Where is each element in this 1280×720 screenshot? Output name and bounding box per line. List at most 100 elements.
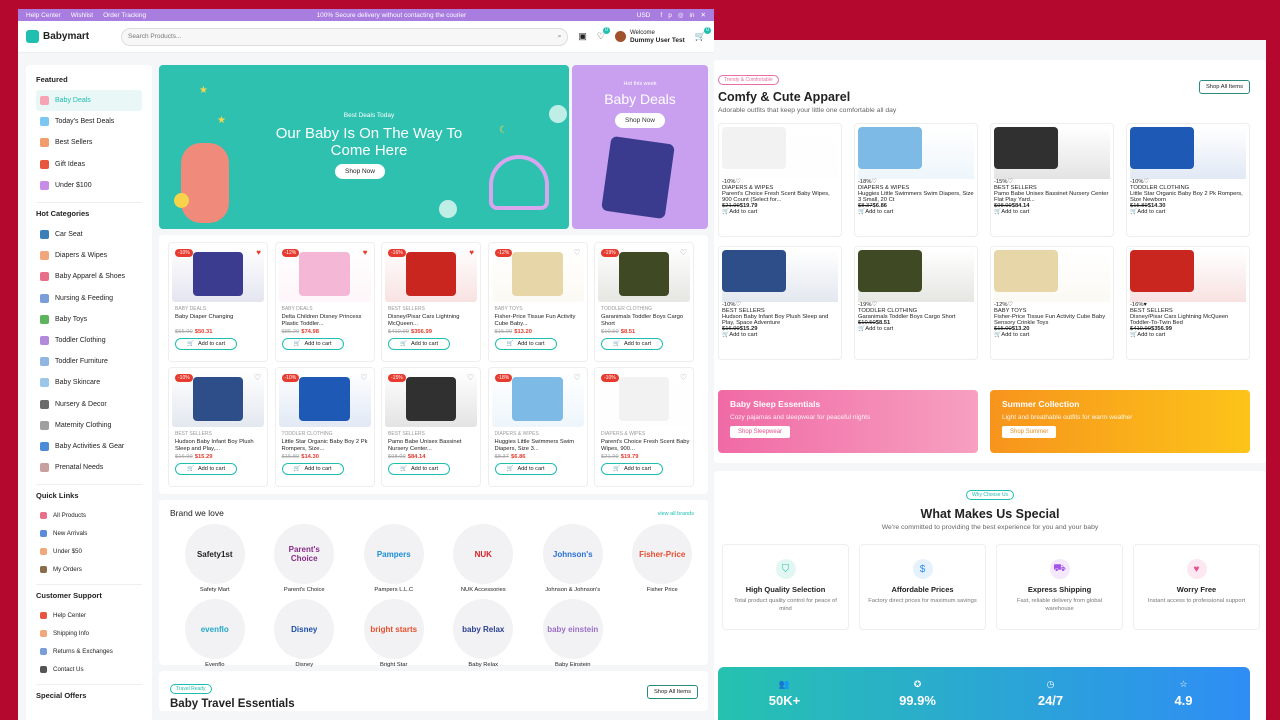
add-to-cart-button[interactable]: 🛒Add to cart (994, 209, 1110, 215)
product-card[interactable]: -10%♡DIAPERS & WIPESParent's Choice Fres… (718, 123, 842, 237)
hero-banner[interactable]: ★ ★ ☾ Best Deals Today Our Baby Is On Th… (159, 65, 569, 229)
product-card[interactable]: -15%♡BEST SELLERSPamo Babe Unisex Bassin… (381, 367, 481, 487)
product-name[interactable]: Baby Diaper Changing (172, 314, 264, 328)
add-to-cart-button[interactable]: 🛒Add to cart (281, 463, 344, 475)
sidebar-item-baby-activities-gear[interactable]: Baby Activities & Gear (36, 436, 142, 457)
sidebar-item-returns-exchanges[interactable]: Returns & Exchanges (36, 642, 142, 660)
product-card[interactable]: -10%♡TODDLER CLOTHINGLittle Star Organic… (274, 367, 375, 487)
add-to-cart-button[interactable]: 🛒Add to cart (858, 326, 974, 332)
brand-logo[interactable]: bright starts (363, 599, 424, 659)
brand-item[interactable]: baby Relax Baby Relax (439, 599, 529, 668)
add-to-cart-button[interactable]: 🛒Add to cart (601, 463, 663, 475)
sidebar-item-toddler-clothing[interactable]: Toddler Clothing (36, 330, 142, 351)
sidebar-item-diapers-wipes[interactable]: Diapers & Wipes (36, 245, 142, 266)
add-to-cart-button[interactable]: 🛒Add to cart (1130, 209, 1246, 215)
wishlist-heart-icon[interactable]: ♥ (469, 248, 474, 257)
add-to-cart-button[interactable]: 🛒Add to cart (281, 338, 344, 350)
product-card[interactable]: -10%♡DIAPERS & WIPESParent's Choice Fres… (594, 367, 694, 487)
brand-logo[interactable]: Safety1st (184, 524, 245, 584)
sidebar-item-baby-deals[interactable]: Baby Deals (36, 90, 142, 112)
product-name[interactable]: Garanimals Toddler Boys Cargo Short (598, 314, 690, 328)
brand-item[interactable]: baby einstein Baby Einstein (528, 599, 618, 668)
product-name[interactable]: Pamo Babe Unisex Bassinet Nursery Center… (994, 191, 1110, 203)
product-name[interactable]: Little Star Organic Baby Boy 2 Pk Romper… (279, 439, 371, 453)
wishlist-heart-icon[interactable]: ♡ (360, 373, 367, 382)
wishlist-heart-icon[interactable]: ♡ (254, 373, 261, 382)
add-to-cart-button[interactable]: 🛒Add to cart (601, 338, 663, 350)
product-card[interactable]: -18%♡DIAPERS & WIPESHuggies Little Swimm… (854, 123, 978, 237)
sidebar-item-my-orders[interactable]: My Orders (36, 560, 142, 578)
wishlist-heart-icon[interactable]: ♡ (573, 373, 580, 382)
product-image[interactable] (858, 127, 974, 179)
sidebar-item-maternity-clothing[interactable]: Maternity Clothing (36, 415, 142, 436)
sidebar-item-gift-ideas[interactable]: Gift Ideas (36, 154, 142, 175)
product-name[interactable]: Disney/Pixar Cars Lightning McQueen... (385, 314, 477, 328)
sidebar-item-toddler-furniture[interactable]: Toddler Furniture (36, 351, 142, 372)
sidebar-item-contact-us[interactable]: Contact Us (36, 660, 142, 678)
brand-item[interactable]: Safety1st Safety Mart (170, 524, 260, 593)
summer-collection-banner[interactable]: Summer Collection Light and breathable o… (990, 390, 1250, 453)
currency-select[interactable]: USD (637, 12, 651, 19)
product-card[interactable]: -10% ♥ BABY DEALS Baby Diaper Changing $55.9… (168, 242, 268, 362)
product-name[interactable]: Fisher-Price Tissue Fun Activity Cube Ba… (492, 314, 584, 328)
wishlist-heart-icon[interactable]: ♡ (573, 248, 580, 257)
side-promo-banner[interactable]: Hot this week Baby Deals Shop Now (572, 65, 708, 229)
add-to-cart-button[interactable]: 🛒Add to cart (494, 463, 557, 475)
product-card[interactable]: -10%♡TODDLER CLOTHINGLittle Star Organic… (1126, 123, 1250, 237)
order-tracking-link[interactable]: Order Tracking (103, 12, 146, 19)
brand-item[interactable]: bright starts Bright Star (349, 599, 439, 668)
sidebar-item-best-sellers[interactable]: Best Sellers (36, 132, 142, 153)
product-name[interactable]: Disney/Pixar Cars Lightning McQueen Todd… (1130, 314, 1246, 326)
product-card[interactable]: -10%♡BEST SELLERSHudson Baby Infant Boy … (168, 367, 268, 487)
search-input[interactable]: Search Products... ⌕ (121, 27, 569, 46)
add-to-cart-button[interactable]: 🛒Add to cart (722, 209, 838, 215)
product-image[interactable] (1130, 250, 1246, 302)
brand-logo[interactable]: Johnson's (542, 524, 603, 584)
shop-all-items-button[interactable]: Shop All Items (1198, 80, 1250, 94)
linkedin-icon[interactable]: in (689, 12, 694, 19)
add-to-cart-button[interactable]: 🛒Add to cart (994, 332, 1110, 338)
wishlist-heart-icon[interactable]: ♡ (680, 248, 687, 257)
product-card[interactable]: -10%♡BEST SELLERSHudson Baby Infant Boy … (718, 246, 842, 360)
brand-item[interactable]: Disney Disney (260, 599, 350, 668)
product-name[interactable]: Parent's Choice Fresh Scent Baby Wipes, … (598, 439, 690, 453)
brand-logo[interactable]: Fisher-Price (632, 524, 693, 584)
wishlist-heart-icon[interactable]: ♡ (680, 373, 687, 382)
sidebar-item-car-seat[interactable]: Car Seat (36, 224, 142, 245)
product-image[interactable] (858, 250, 974, 302)
product-name[interactable]: Pamo Babe Unisex Bassinet Nursery Center… (385, 439, 477, 453)
add-to-cart-button[interactable]: 🛒Add to cart (494, 338, 557, 350)
product-card[interactable]: -15%♡BEST SELLERSPamo Babe Unisex Bassin… (990, 123, 1114, 237)
product-name[interactable]: Delta Children Disney Princess Plastic T… (279, 314, 371, 328)
product-card[interactable]: -19%♡TODDLER CLOTHINGGaranimals Toddler … (594, 242, 694, 362)
pinterest-icon[interactable]: p (668, 12, 672, 19)
product-card[interactable]: -19%♡TODDLER CLOTHINGGaranimals Toddler … (854, 246, 978, 360)
brand-item[interactable]: NUK NUK Accessories (439, 524, 529, 593)
box-icon[interactable]: ▣ (578, 31, 587, 42)
add-to-cart-button[interactable]: 🛒Add to cart (388, 338, 450, 350)
product-image[interactable] (994, 250, 1110, 302)
add-to-cart-button[interactable]: 🛒Add to cart (388, 463, 450, 475)
shop-all-items-button[interactable]: Shop All Items (646, 685, 698, 699)
product-card[interactable]: -16% ♥ BEST SELLERS Disney/Pixar Cars Light… (381, 242, 481, 362)
product-name[interactable]: Huggies Little Swimmers Swim Diapers, Si… (492, 439, 584, 453)
add-to-cart-button[interactable]: 🛒Add to cart (175, 463, 237, 475)
shop-summer-button[interactable]: Shop Summer (1002, 426, 1057, 438)
brand-logo[interactable]: baby einstein (542, 599, 603, 659)
product-card[interactable]: -18%♡DIAPERS & WIPESHuggies Little Swimm… (487, 367, 588, 487)
brand-item[interactable]: Parent's Choice Parent's Choice (260, 524, 350, 593)
wishlist-heart-icon[interactable]: ♥ (256, 248, 261, 257)
user-menu[interactable]: Welcome Dummy User Test (614, 29, 685, 45)
product-card[interactable]: -12% ♥ BABY DEALS Delta Children Disney Pri… (274, 242, 375, 362)
product-image[interactable] (722, 127, 838, 179)
facebook-icon[interactable]: f (660, 12, 662, 19)
sidebar-item-baby-apparel-shoes[interactable]: Baby Apparel & Shoes (36, 266, 142, 287)
promo-shop-now-button[interactable]: Shop Now (615, 113, 665, 128)
wishlist-heart-icon[interactable]: ♡ (467, 373, 474, 382)
wishlist-icon[interactable]: ♡ 0 (597, 27, 610, 42)
sidebar-item-all-products[interactable]: All Products (36, 506, 142, 524)
brand-logo[interactable]: Parent's Choice (274, 524, 335, 584)
sidebar-item-under-50[interactable]: Under $50 (36, 542, 142, 560)
brand-logo[interactable]: baby Relax (453, 599, 514, 659)
brand-logo[interactable]: NUK (453, 524, 514, 584)
